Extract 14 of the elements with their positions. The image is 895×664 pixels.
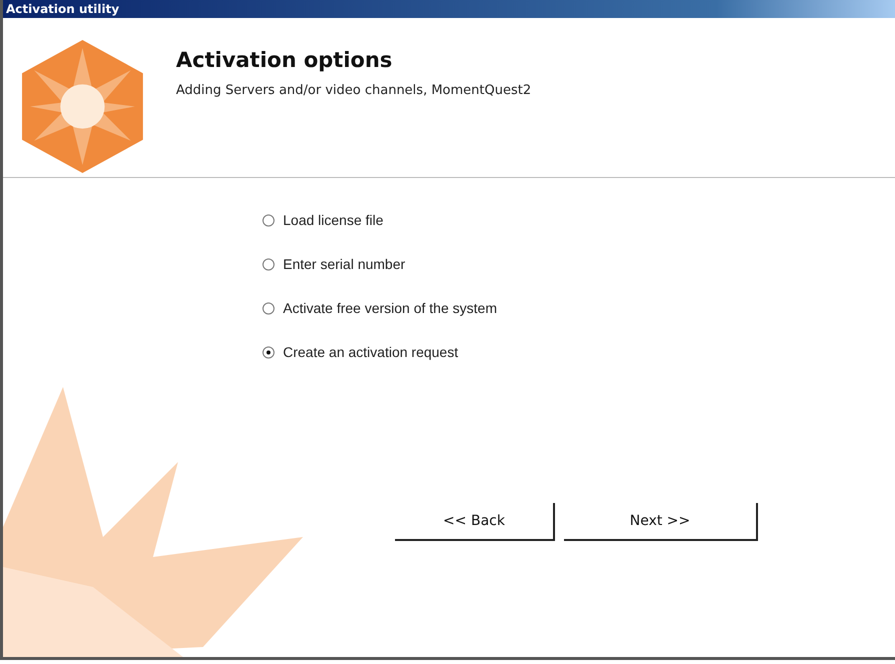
back-button[interactable]: << Back: [395, 503, 555, 541]
radio-button[interactable]: [262, 258, 275, 270]
option-label[interactable]: Enter serial number: [283, 256, 406, 272]
option-label[interactable]: Activate free version of the system: [283, 300, 497, 316]
next-button[interactable]: Next >>: [564, 503, 758, 541]
page-title: Activation options: [176, 47, 394, 73]
window-title: Activation utility: [3, 0, 895, 18]
option-label[interactable]: Create an activation request: [283, 344, 458, 360]
radio-button[interactable]: [262, 302, 275, 314]
radio-button[interactable]: [262, 214, 275, 226]
page-subtitle: Adding Servers and/or video channels, MomentQuest2: [176, 82, 532, 100]
option-label[interactable]: Load license file: [283, 212, 384, 228]
star-logo-icon: [22, 40, 143, 173]
radio-button[interactable]: [262, 346, 275, 358]
